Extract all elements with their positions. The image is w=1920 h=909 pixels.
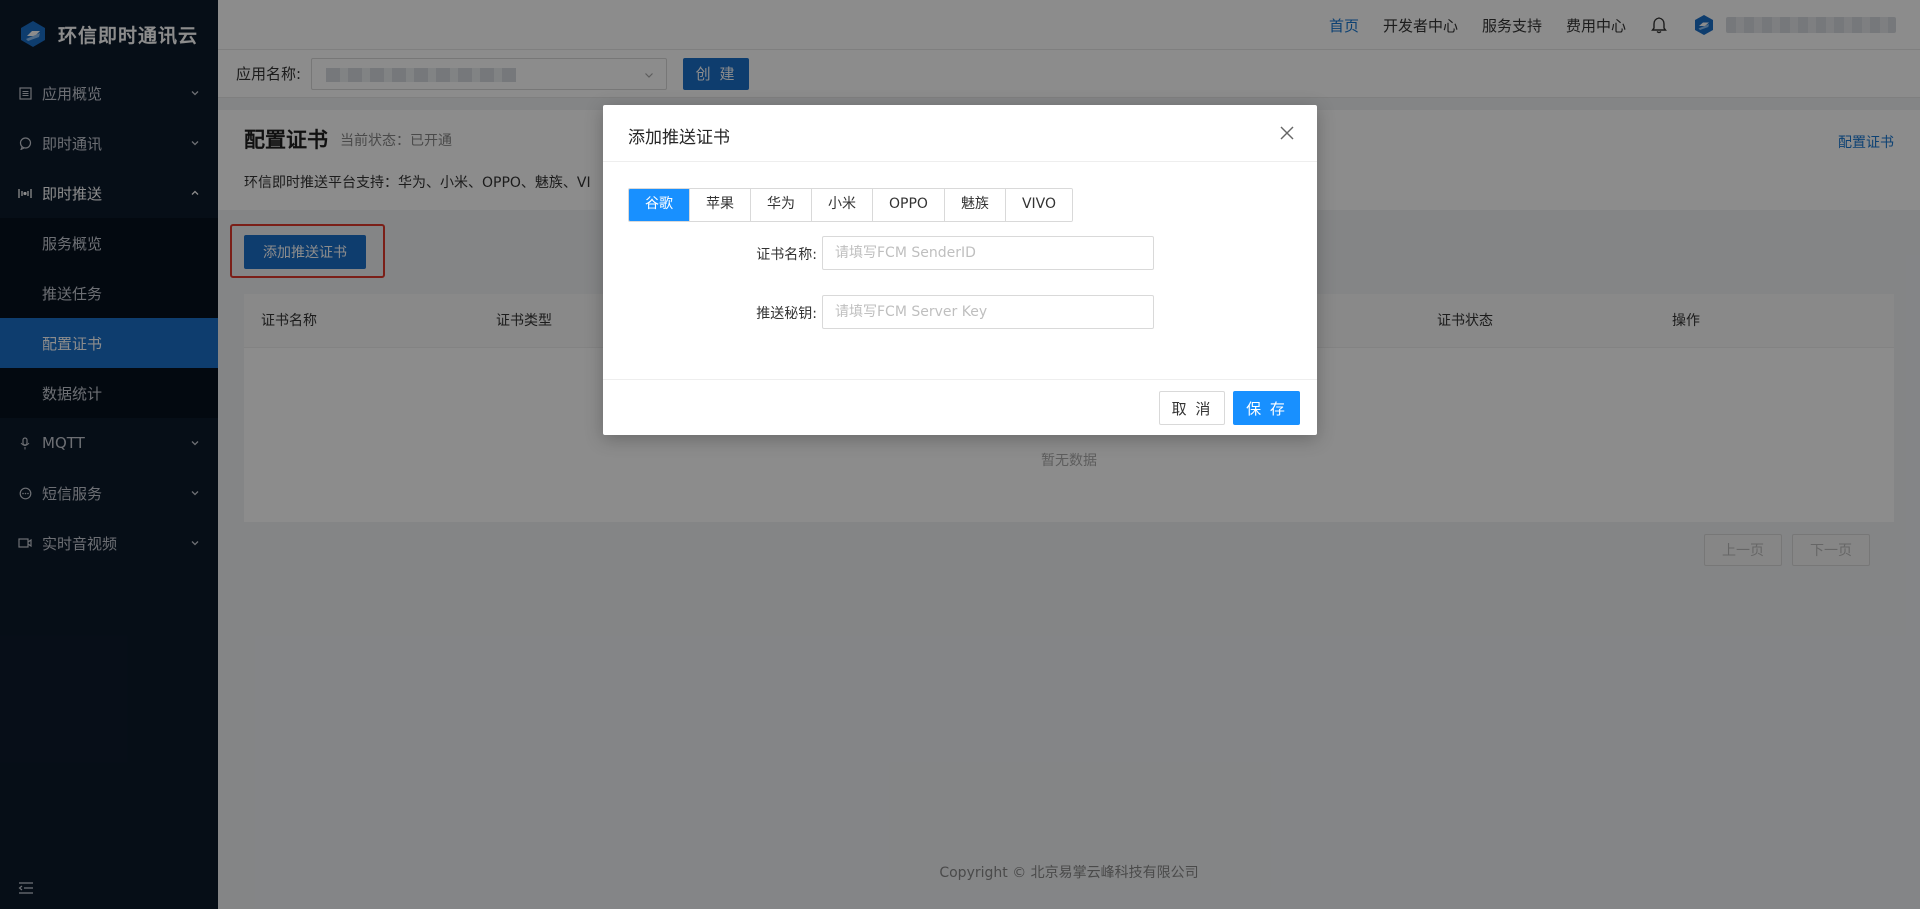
dialog-header: 添加推送证书	[603, 105, 1317, 162]
dialog-footer: 取 消 保 存	[603, 379, 1317, 435]
cert-name-row: 证书名称:	[603, 236, 1317, 270]
close-icon[interactable]	[1279, 125, 1295, 141]
add-push-cert-dialog: 添加推送证书 谷歌 苹果 华为 小米 OPPO 魅族 VIVO 证书名称: 推送…	[603, 105, 1317, 435]
tab-huawei[interactable]: 华为	[750, 189, 811, 221]
platform-tabs: 谷歌 苹果 华为 小米 OPPO 魅族 VIVO	[628, 188, 1073, 222]
cert-name-label: 证书名称:	[756, 247, 817, 263]
tab-google[interactable]: 谷歌	[629, 189, 689, 221]
cert-name-input[interactable]	[822, 236, 1154, 270]
push-secret-row: 推送秘钥:	[603, 295, 1317, 329]
tab-apple[interactable]: 苹果	[689, 189, 750, 221]
save-button[interactable]: 保 存	[1233, 391, 1300, 425]
tab-vivo[interactable]: VIVO	[1004, 189, 1072, 221]
tab-meizu[interactable]: 魅族	[943, 189, 1005, 221]
dialog-title: 添加推送证书	[628, 128, 730, 148]
push-secret-input[interactable]	[822, 295, 1154, 329]
cancel-button[interactable]: 取 消	[1159, 391, 1225, 425]
tab-xiaomi[interactable]: 小米	[811, 189, 872, 221]
tab-oppo[interactable]: OPPO	[872, 189, 944, 221]
push-secret-label: 推送秘钥:	[756, 306, 817, 322]
